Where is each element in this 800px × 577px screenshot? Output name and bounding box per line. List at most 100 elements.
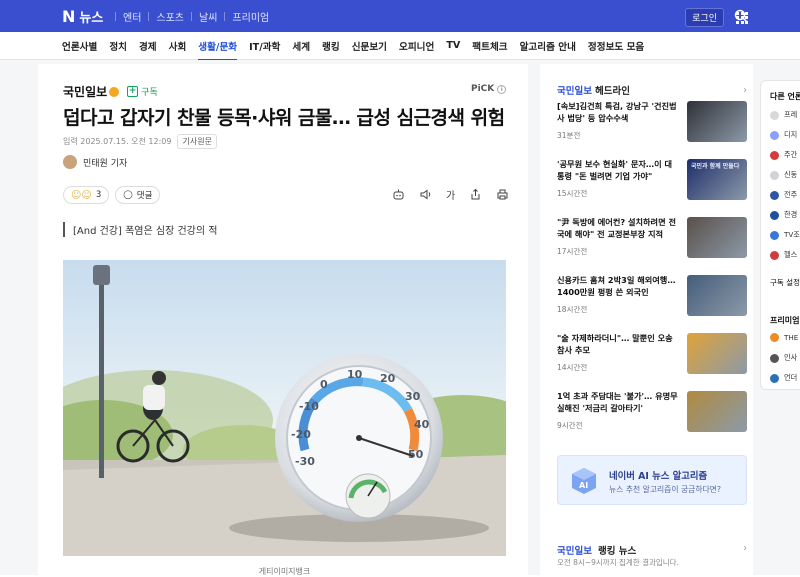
other-press-item[interactable]: 주간 bbox=[770, 150, 797, 160]
other-press-item[interactable]: 한경 bbox=[770, 210, 797, 220]
headline-thumbnail[interactable] bbox=[687, 217, 747, 258]
svg-text:-30: -30 bbox=[295, 455, 315, 468]
other-press-item[interactable]: 디지 bbox=[770, 130, 797, 140]
ranking-section-header[interactable]: 국민일보 랭킹 뉴스 › bbox=[557, 543, 747, 557]
comment-icon: ◯ bbox=[123, 190, 133, 200]
comment-button[interactable]: ◯ 댓글 bbox=[115, 186, 161, 204]
search-icon[interactable] bbox=[734, 9, 748, 23]
press-name[interactable]: 국민일보 bbox=[63, 83, 107, 100]
press-header: 국민일보 + 구독 bbox=[63, 83, 158, 100]
font-size-icon[interactable]: 가 bbox=[446, 187, 455, 202]
premium-name: 언더 bbox=[784, 373, 798, 382]
headline-time: 17시간전 bbox=[557, 247, 588, 256]
reaction-count: 3 bbox=[95, 190, 102, 200]
login-button[interactable]: 로그인 bbox=[685, 8, 724, 27]
headline-item[interactable]: 1억 초과 주담대는 '불가'… 유명무실해진 '저금리 갈아타기' 9시간전 bbox=[557, 391, 747, 435]
press-logo-icon bbox=[770, 250, 779, 260]
section-tab[interactable]: 생활/문화 bbox=[198, 39, 238, 61]
other-press-name: 헬스 bbox=[784, 250, 798, 259]
section-tab[interactable]: 사회 bbox=[169, 39, 187, 53]
section-tab[interactable]: 랭킹 bbox=[322, 39, 340, 53]
other-press-item[interactable]: TV조 bbox=[770, 230, 800, 240]
section-tab[interactable]: 오피니언 bbox=[399, 39, 434, 53]
print-icon[interactable] bbox=[496, 188, 509, 201]
headline-section-header[interactable]: 국민일보 헤드라인 › bbox=[557, 83, 747, 98]
press-badge-icon bbox=[109, 86, 120, 97]
original-article-button[interactable]: 기사원문 bbox=[177, 134, 217, 149]
other-press-item[interactable]: 신동 bbox=[770, 170, 797, 180]
svg-text:0: 0 bbox=[320, 378, 328, 391]
subscribe-settings-link[interactable]: 구독 설정 bbox=[770, 277, 800, 288]
service-link-weather[interactable]: 날씨 bbox=[199, 9, 217, 24]
headline-section-title: 헤드라인 bbox=[594, 86, 630, 97]
headline-thumbnail[interactable] bbox=[687, 275, 747, 316]
section-tab[interactable]: IT/과학 bbox=[249, 39, 280, 53]
press-logo-icon bbox=[770, 230, 779, 240]
subscribe-button[interactable]: + 구독 bbox=[127, 85, 158, 98]
headline-item[interactable]: "尹 독방에 에어컨? 설치하려면 전국에 해야" 전 교정본부장 지적 17시간… bbox=[557, 217, 747, 261]
press-logo-icon bbox=[770, 210, 779, 220]
service-nav: 엔터 스포츠 날씨 프리미엄 bbox=[108, 9, 269, 24]
other-press-item[interactable]: 전주 bbox=[770, 190, 797, 200]
headline-time: 18시간전 bbox=[557, 305, 588, 314]
summary-robot-icon[interactable] bbox=[392, 188, 405, 201]
other-press-name: 신동 bbox=[784, 170, 798, 179]
article-headline: 덥다고 갑자기 찬물 등목·샤워 금물… 급성 심근경색 위험 bbox=[63, 107, 505, 129]
reaction-bar: ☺☺ 3 ◯ 댓글 bbox=[63, 186, 166, 204]
comment-label: 댓글 bbox=[136, 191, 153, 201]
audio-speaker-icon[interactable] bbox=[419, 188, 432, 201]
premium-item[interactable]: 인사 bbox=[770, 353, 797, 363]
headline-title: 1억 초과 주담대는 '불가'… 유명무실해진 '저금리 갈아타기' bbox=[557, 391, 678, 413]
other-press-name: 디지 bbox=[784, 130, 798, 139]
headline-thumbnail[interactable] bbox=[687, 391, 747, 432]
other-press-item[interactable]: 프레 bbox=[770, 110, 797, 120]
service-link-sports[interactable]: 스포츠 bbox=[156, 9, 184, 24]
other-press-item[interactable]: 헬스 bbox=[770, 250, 797, 260]
headline-thumbnail[interactable] bbox=[687, 101, 747, 142]
headline-thumbnail[interactable] bbox=[687, 333, 747, 374]
headline-press-name: 국민일보 bbox=[557, 86, 592, 97]
headline-item[interactable]: [속보]김건희 특검, 강남구 '건진법사 법당' 등 압수수색 31분전 bbox=[557, 101, 747, 145]
divider bbox=[148, 12, 150, 21]
premium-name: 인사 bbox=[784, 353, 798, 362]
section-tab[interactable]: 신문보기 bbox=[352, 39, 387, 53]
reaction-button[interactable]: ☺☺ 3 bbox=[63, 186, 110, 204]
pick-badge[interactable]: PiCK i bbox=[471, 84, 507, 94]
section-tab[interactable]: 세계 bbox=[292, 39, 310, 53]
press-logo-icon bbox=[770, 170, 779, 180]
news-logo-text: 뉴스 bbox=[79, 11, 104, 26]
headline-item[interactable]: "술 자제하라더니"… 말뿐인 오송 참사 추모 14시간전 bbox=[557, 333, 747, 377]
headline-thumbnail[interactable]: 국민과 함께 만들다 bbox=[687, 159, 747, 200]
other-press-panel: 다른 언론사 프레디지주간신동전주한경 TV조헬스 구독 설정 프리미엄 THE 인… bbox=[760, 80, 800, 390]
section-tab[interactable]: 정치 bbox=[109, 39, 127, 53]
ranking-note: 오전 8시~9시까지 집계한 결과입니다. bbox=[557, 558, 679, 567]
article-photo[interactable]: -30 -20 -10 0 10 20 30 40 50 bbox=[63, 260, 506, 556]
section-tab[interactable]: TV bbox=[446, 40, 460, 51]
photo-caption: 게티이미지뱅크 bbox=[258, 567, 311, 576]
section-tab[interactable]: 팩트체크 bbox=[472, 39, 507, 53]
section-tab[interactable]: 정정보도 모음 bbox=[588, 39, 644, 53]
info-icon[interactable]: i bbox=[497, 84, 507, 94]
other-press-name: 주간 bbox=[784, 150, 798, 159]
premium-item[interactable]: THE bbox=[770, 333, 798, 342]
headline-item[interactable]: '공무원 보수 현실화' 문자…이 대통령 "돈 벌려면 기업 가야" 15시간전… bbox=[557, 159, 747, 203]
premium-item[interactable]: 언더 bbox=[770, 373, 797, 383]
service-link-premium[interactable]: 프리미엄 bbox=[232, 9, 269, 24]
article-dateline: 입력 2025.07.15. 오전 12:09 기사원문 bbox=[63, 134, 217, 149]
naver-news-logo[interactable]: N 뉴스 bbox=[62, 7, 103, 26]
service-link-entertain[interactable]: 엔터 bbox=[123, 9, 141, 24]
section-tab[interactable]: 알고리즘 안내 bbox=[520, 39, 576, 53]
headline-item[interactable]: 신용카드 훔쳐 2박3일 해외여행…1400만원 펑펑 쓴 외국인 18시간전 bbox=[557, 275, 747, 319]
svg-text:-20: -20 bbox=[291, 428, 311, 441]
headline-title: 신용카드 훔쳐 2박3일 해외여행…1400만원 펑펑 쓴 외국인 bbox=[557, 275, 676, 297]
svg-text:10: 10 bbox=[347, 368, 363, 381]
chevron-right-icon[interactable]: › bbox=[743, 85, 747, 96]
chevron-right-icon[interactable]: › bbox=[743, 543, 747, 554]
ai-algorithm-banner[interactable]: AI 네이버 AI 뉴스 알고리즘 뉴스 추천 알고리즘이 궁금하다면? bbox=[557, 455, 747, 505]
section-tab[interactable]: 언론사별 bbox=[62, 39, 97, 53]
share-icon[interactable] bbox=[469, 188, 482, 201]
reporter-byline[interactable]: 민태원 기자 bbox=[63, 155, 127, 169]
ranking-section-title: 랭킹 뉴스 bbox=[598, 546, 637, 557]
ranking-press-name: 국민일보 bbox=[557, 546, 592, 557]
section-tab[interactable]: 경제 bbox=[139, 39, 157, 53]
